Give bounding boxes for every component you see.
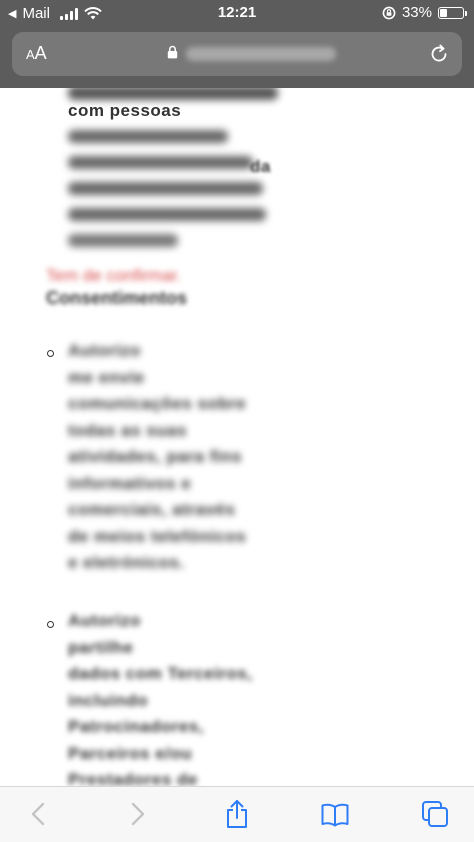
browser-chrome: ◀ Mail 12:21 33% AA [0, 0, 474, 88]
confirm-required-notice: Tem de confirmar. [46, 266, 182, 285]
consent-1-text: Autorizo me envie comunicações sobre tod… [68, 338, 246, 577]
web-page-content[interactable]: com pessoas da Tem de confirmar. Consent… [0, 88, 474, 786]
text-size-big-a: A [34, 43, 47, 63]
consent-2-line: partilhe [68, 637, 134, 657]
consent-1-line: e eletrónicos. [68, 553, 185, 572]
blurred-text-block [68, 130, 266, 247]
status-bar: ◀ Mail 12:21 33% [0, 0, 474, 28]
consent-1-line: comunicações sobre [68, 394, 247, 413]
browser-toolbar [0, 786, 474, 842]
consent-1-line: comerciais, através [68, 500, 236, 519]
consent-2-line: Parceiros e/ou [68, 743, 193, 763]
text-size-button[interactable]: AA [26, 43, 47, 64]
tabs-icon[interactable] [420, 799, 450, 829]
forward-button-icon[interactable] [122, 799, 152, 829]
consent-1-line: informativos e [68, 473, 192, 493]
text-size-small-a: A [26, 47, 35, 62]
lock-icon [167, 45, 178, 59]
consent-2-line: dados com Terceiros, [68, 664, 253, 683]
consent-2-bullet [47, 621, 54, 628]
consent-2-line: Prestadores de [68, 770, 198, 786]
consent-1-line: todas as suas [68, 420, 187, 440]
share-icon[interactable] [222, 799, 252, 829]
consent-2-line: Autorizo [68, 611, 141, 630]
intro-word-da: da [250, 157, 271, 176]
consents-heading: Consentimentos [46, 288, 188, 308]
consent-2-line: incluindo [68, 690, 149, 710]
consent-1-bullet [47, 350, 54, 357]
reload-icon[interactable] [428, 43, 450, 65]
consent-2-line: Patrocinadores, [68, 717, 204, 736]
consent-1-line: Autorizo [68, 341, 141, 360]
battery-icon [438, 6, 467, 19]
address-bar[interactable]: AA [12, 32, 462, 76]
consent-1-line: atividades, para fins [68, 447, 242, 466]
back-button-icon[interactable] [24, 799, 54, 829]
battery-level [440, 8, 447, 17]
status-right: 33% [382, 4, 467, 21]
consent-1-line: de meios telefónicos [68, 526, 247, 546]
intro-line-people: com pessoas [68, 101, 182, 120]
consent-2-text: Autorizo partilhe dados com Terceiros, i… [68, 608, 252, 786]
url-text-redacted[interactable] [186, 47, 336, 61]
consent-1-line: me envie [68, 367, 145, 387]
battery-percent: 33% [401, 4, 432, 21]
bookmarks-icon[interactable] [320, 799, 350, 829]
orientation-lock-icon [382, 6, 396, 19]
